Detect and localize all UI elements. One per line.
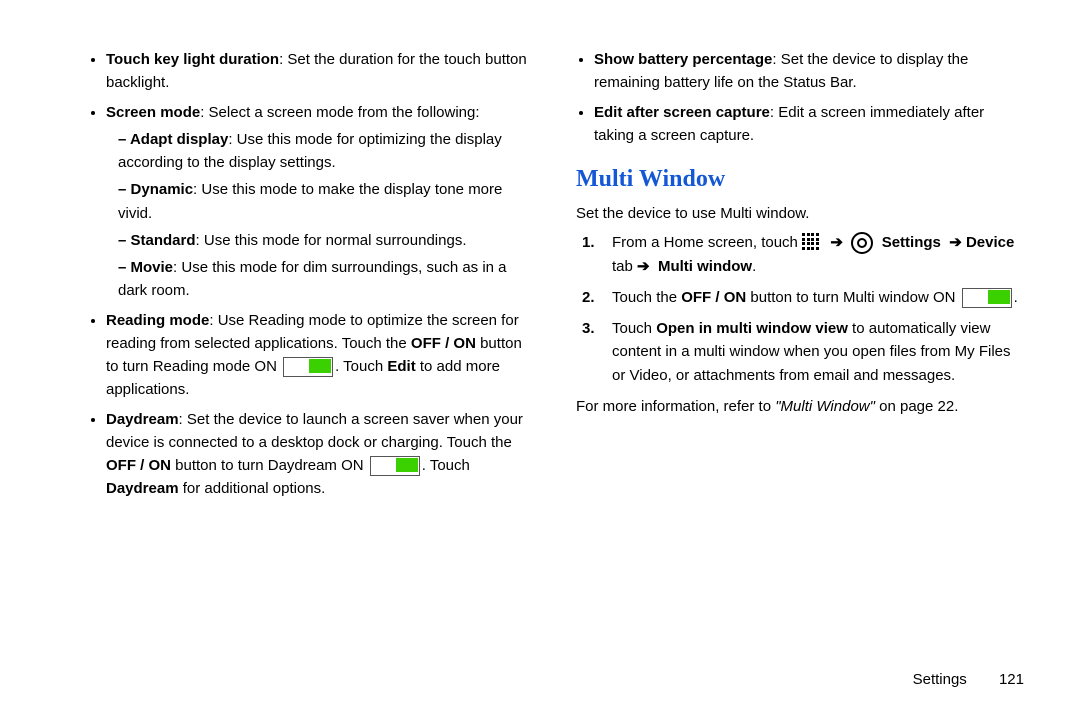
step-1: 1. From a Home screen, touch ➔ Settings … [576,231,1024,278]
sub-adapt: Adapt display: Use this mode for optimiz… [118,128,536,175]
apps-grid-icon [802,233,822,253]
left-column: Touch key light duration: Set the durati… [88,48,536,507]
body: : Select a screen mode from the followin… [200,104,479,121]
bullet-touch-key-light: Touch key light duration: Set the durati… [106,48,536,95]
bullet-battery-percentage: Show battery percentage: Set the device … [594,48,1024,95]
bullet-reading-mode: Reading mode: Use Reading mode to optimi… [106,309,536,402]
intro-text: Set the device to use Multi window. [576,202,1024,225]
sub-dynamic: Dynamic: Use this mode to make the displ… [118,178,536,225]
page-footer: Settings 121 [913,671,1024,688]
step-number: 3. [576,317,612,387]
right-column: Show battery percentage: Set the device … [576,48,1024,507]
footer-section: Settings [913,671,967,688]
bullet-daydream: Daydream: Set the device to launch a scr… [106,408,536,501]
toggle-on-icon [283,357,333,377]
toggle-on-icon [370,456,420,476]
heading-multi-window: Multi Window [576,161,1024,198]
step-number: 1. [576,231,612,278]
bullet-edit-after-capture: Edit after screen capture: Edit a screen… [594,101,1024,148]
lead: Screen mode [106,104,200,121]
step-number: 2. [576,286,612,309]
step-3: 3. Touch Open in multi window view to au… [576,317,1024,387]
footer-page-number: 121 [999,671,1024,688]
step-2: 2. Touch the OFF / ON button to turn Mul… [576,286,1024,309]
toggle-on-icon [962,288,1012,308]
more-info: For more information, refer to "Multi Wi… [576,395,1024,418]
sub-standard: Standard: Use this mode for normal surro… [118,229,536,252]
gear-icon [851,232,873,254]
sub-movie: Movie: Use this mode for dim surrounding… [118,256,536,303]
lead: Touch key light duration [106,51,279,68]
bullet-screen-mode: Screen mode: Select a screen mode from t… [106,101,536,303]
